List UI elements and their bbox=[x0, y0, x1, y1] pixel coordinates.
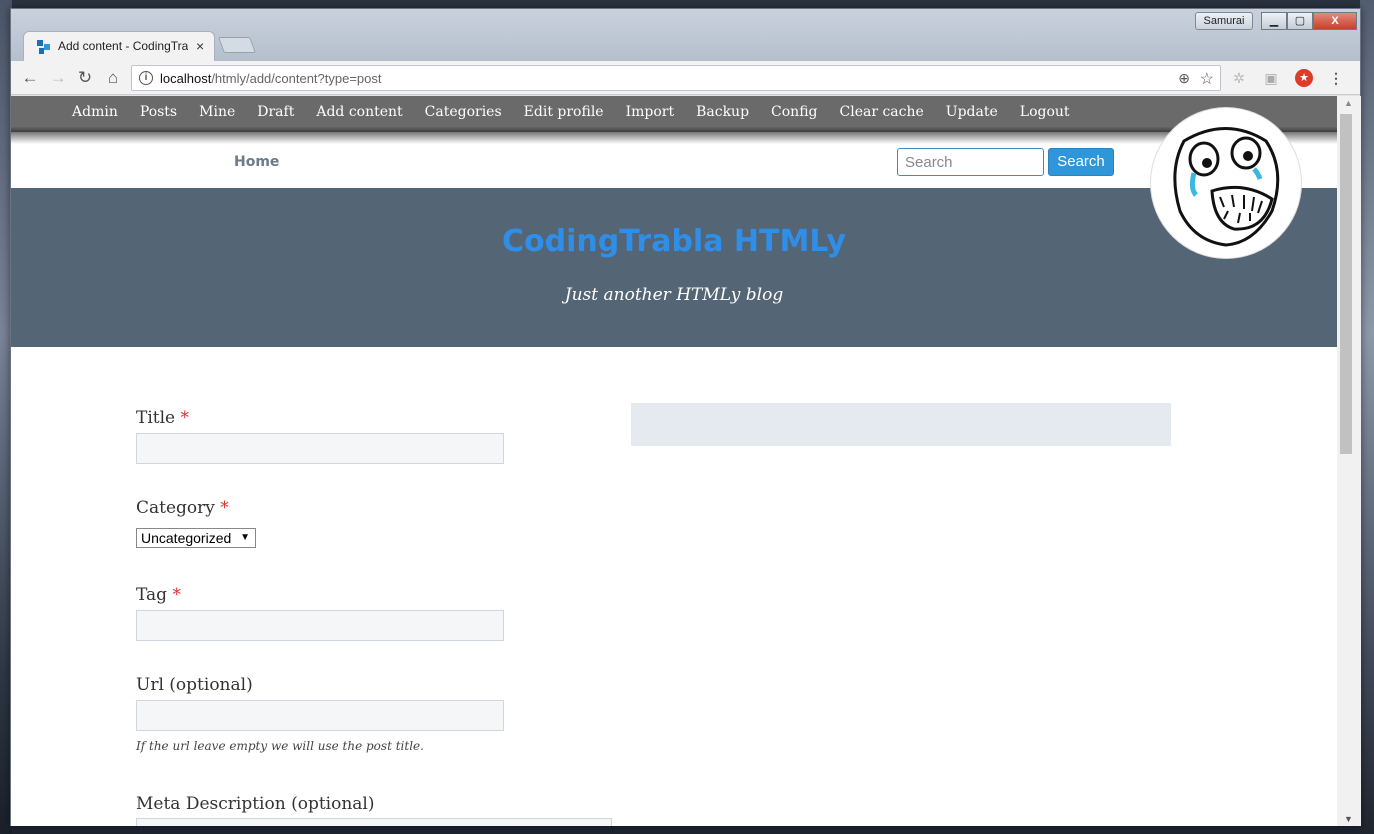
extension-red-star-icon[interactable]: ★ bbox=[1295, 69, 1313, 87]
site-tagline: Just another HTMLy blog bbox=[564, 285, 784, 305]
back-arrow-icon[interactable]: ← bbox=[20, 68, 40, 88]
home-link[interactable]: Home bbox=[234, 154, 279, 170]
browser-toolbar: ← → ↻ ⌂ i localhost/htmly/add/content?ty… bbox=[11, 61, 1360, 95]
forward-arrow-icon[interactable]: → bbox=[48, 68, 68, 88]
site-title[interactable]: CodingTrabla HTMLy bbox=[11, 224, 1337, 259]
maximize-button[interactable]: ▢ bbox=[1287, 12, 1313, 30]
required-mark: * bbox=[220, 498, 229, 518]
extension-bag-icon[interactable]: ▣ bbox=[1262, 69, 1280, 87]
profile-badge[interactable]: Samurai bbox=[1195, 12, 1253, 30]
home-icon[interactable]: ⌂ bbox=[103, 68, 123, 88]
required-mark: * bbox=[180, 408, 190, 428]
info-icon[interactable]: i bbox=[139, 71, 153, 85]
admin-menu-add-content[interactable]: Add content bbox=[316, 104, 402, 120]
zoom-icon[interactable]: ⊕ bbox=[1178, 70, 1190, 87]
category-select[interactable]: Uncategorized ▼ bbox=[136, 528, 256, 548]
admin-menu-import[interactable]: Import bbox=[626, 104, 675, 120]
meme-face-icon bbox=[1173, 127, 1280, 247]
url-text: localhost/htmly/add/content?type=post bbox=[160, 71, 382, 86]
admin-menu-config[interactable]: Config bbox=[771, 104, 817, 120]
tag-input[interactable] bbox=[136, 610, 504, 641]
search-input[interactable] bbox=[897, 148, 1044, 176]
tab-add-content[interactable]: Add content - CodingTrabla × bbox=[23, 31, 215, 61]
avatar bbox=[1151, 108, 1301, 258]
desktop-background-right bbox=[1360, 0, 1374, 834]
dropdown-arrow-icon: ▼ bbox=[240, 532, 250, 543]
url-help-text: If the url leave empty we will use the p… bbox=[136, 739, 424, 753]
required-mark: * bbox=[172, 585, 181, 605]
admin-menu-posts[interactable]: Posts bbox=[140, 104, 177, 120]
admin-menu-categories[interactable]: Categories bbox=[425, 104, 502, 120]
url-host: localhost bbox=[160, 71, 212, 86]
category-label-text: Category bbox=[136, 498, 215, 518]
tag-label: Tag * bbox=[136, 585, 181, 605]
category-label: Category * bbox=[136, 498, 229, 518]
preview-panel bbox=[631, 403, 1171, 446]
scroll-down-icon[interactable]: ▼ bbox=[1344, 814, 1353, 824]
admin-menu-edit-profile[interactable]: Edit profile bbox=[524, 104, 604, 120]
htmly-icon bbox=[37, 40, 50, 54]
admin-menu-clear-cache[interactable]: Clear cache bbox=[840, 104, 924, 120]
site-navigation: Home Search bbox=[11, 136, 1337, 188]
admin-menu-mine[interactable]: Mine bbox=[199, 104, 235, 120]
admin-menu: Admin Posts Mine Draft Add content Categ… bbox=[61, 104, 1081, 120]
url-label: Url (optional) bbox=[136, 675, 253, 695]
browser-window: Samurai ▁ ▢ X Add content - CodingTrabla… bbox=[10, 8, 1361, 826]
tag-label-text: Tag bbox=[136, 585, 168, 605]
address-bar[interactable]: i localhost/htmly/add/content?type=post … bbox=[131, 65, 1221, 91]
title-label-text: Title bbox=[136, 408, 176, 428]
page-viewport: Admin Posts Mine Draft Add content Categ… bbox=[11, 96, 1337, 826]
search-button[interactable]: Search bbox=[1048, 148, 1114, 176]
meta-description-input[interactable] bbox=[136, 818, 612, 826]
reload-icon[interactable]: ↻ bbox=[75, 68, 95, 88]
scroll-up-icon[interactable]: ▲ bbox=[1344, 98, 1353, 108]
vertical-scrollbar[interactable]: ▲ ▼ bbox=[1337, 96, 1361, 826]
tab-title: Add content - CodingTrabla bbox=[58, 39, 188, 53]
title-bar: Samurai ▁ ▢ X Add content - CodingTrabla… bbox=[11, 9, 1360, 61]
category-selected-value: Uncategorized bbox=[141, 530, 232, 546]
site-header: CodingTrabla HTMLy Just another HTMLy bl… bbox=[11, 188, 1337, 347]
close-icon[interactable]: × bbox=[196, 38, 204, 54]
admin-menu-draft[interactable]: Draft bbox=[257, 104, 294, 120]
scrollbar-thumb[interactable] bbox=[1340, 114, 1352, 454]
extension-puzzle-icon[interactable]: ✲ bbox=[1230, 69, 1248, 87]
url-input[interactable] bbox=[136, 700, 504, 731]
meta-description-label: Meta Description (optional) bbox=[136, 794, 375, 814]
menu-icon[interactable]: ⋮ bbox=[1327, 69, 1345, 87]
admin-menu-update[interactable]: Update bbox=[946, 104, 998, 120]
new-tab-button[interactable] bbox=[218, 37, 256, 53]
admin-menu-backup[interactable]: Backup bbox=[696, 104, 749, 120]
admin-menu-admin[interactable]: Admin bbox=[72, 104, 118, 120]
url-path: /htmly/add/content?type=post bbox=[211, 71, 382, 86]
admin-toolbar: Admin Posts Mine Draft Add content Categ… bbox=[11, 96, 1337, 132]
bookmark-star-icon[interactable]: ☆ bbox=[1200, 69, 1214, 89]
title-label: Title * bbox=[136, 408, 189, 428]
close-window-button[interactable]: X bbox=[1313, 12, 1357, 30]
title-input[interactable] bbox=[136, 433, 504, 464]
minimize-button[interactable]: ▁ bbox=[1261, 12, 1287, 30]
admin-menu-logout[interactable]: Logout bbox=[1020, 104, 1070, 120]
